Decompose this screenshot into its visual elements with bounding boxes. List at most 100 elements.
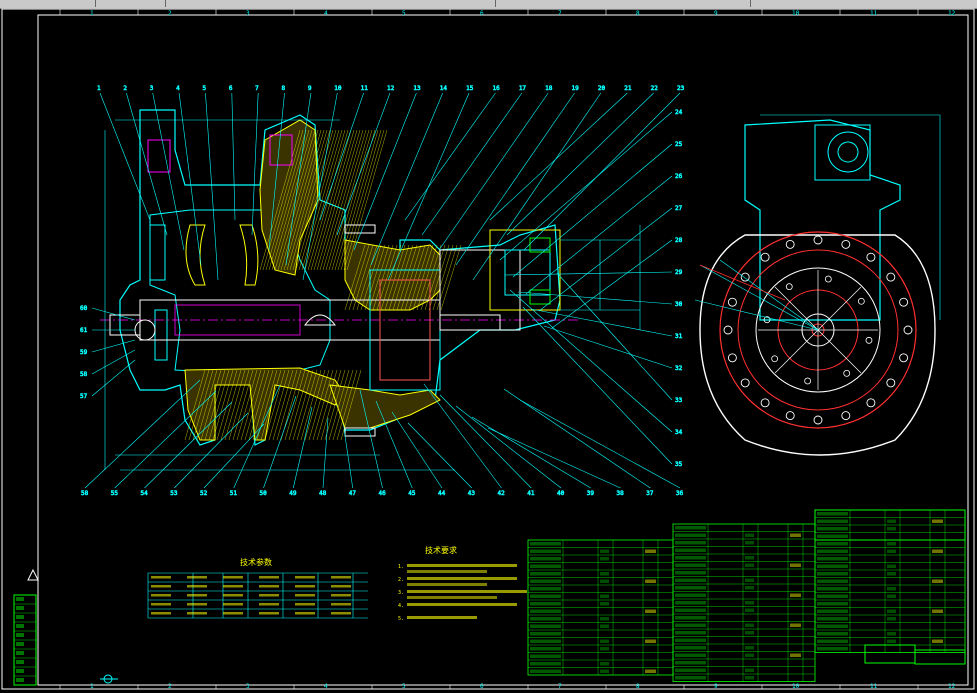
tech-requirement-item: 2. (398, 577, 404, 583)
inlet-circle (134, 319, 156, 341)
callout-number: 5 (202, 85, 206, 92)
left-revision-strip (13, 568, 39, 686)
callout-leaders-left: 60 61 59 58 57 (80, 305, 136, 400)
north-arrow-icon (27, 568, 39, 581)
end-view-red-leaders (699, 264, 786, 301)
callout-number: 38 (617, 490, 625, 497)
callout-number: 19 (572, 85, 580, 92)
bottom-marker-icon (100, 674, 118, 684)
grid-number-bottom: 11 (870, 683, 878, 690)
callout-number: 8 (282, 85, 286, 92)
end-view-leaders (694, 114, 941, 331)
end-view-top-circle-inner (837, 141, 859, 163)
callout-number: 14 (440, 85, 448, 92)
top-strip-cell (95, 0, 166, 7)
callout-number: 23 (677, 85, 685, 92)
callout-number: 34 (675, 429, 683, 436)
grid-number-bottom: 8 (636, 683, 640, 690)
grid-number-bottom: 5 (402, 683, 406, 690)
callout-number: 49 (289, 490, 297, 497)
callout-number: 21 (624, 85, 632, 92)
end-view-top-circle (827, 131, 869, 173)
motor-flange-inner (504, 249, 551, 296)
impeller-right-blade (239, 224, 259, 286)
top-strip-cell (495, 0, 751, 7)
parts-list-bom (527, 509, 966, 682)
grid-number-top: 5 (402, 10, 406, 17)
impeller-left-blade (185, 224, 206, 286)
callout-leaders-right: 24 25 26 27 28 29 30 31 32 33 34 35 (499, 109, 683, 468)
callout-number: 43 (468, 490, 476, 497)
grid-number-top: 9 (714, 10, 718, 17)
grid-number-top: 3 (246, 10, 250, 17)
tech-params-table (147, 572, 368, 619)
callout-number: 42 (498, 490, 506, 497)
callout-number: 33 (675, 397, 683, 404)
top-strip-cell (750, 0, 977, 7)
grid-number-bottom: 6 (480, 683, 484, 690)
callout-number: 24 (675, 109, 683, 116)
tech-requirement-item: 5. (398, 616, 404, 622)
callout-number: 20 (598, 85, 606, 92)
callout-number: 60 (80, 305, 88, 312)
callout-number: 10 (334, 85, 342, 92)
callout-number: 47 (349, 490, 357, 497)
callout-number: 26 (675, 173, 683, 180)
grid-number-top: 7 (558, 10, 562, 17)
tech-requirement-item: 3. (398, 590, 404, 596)
tech-requirement-item: 1. (398, 564, 404, 570)
callout-number: 13 (413, 85, 421, 92)
grid-number-bottom: 3 (246, 683, 250, 690)
callout-number: 2 (123, 85, 127, 92)
grid-number-top: 10 (792, 10, 800, 17)
callout-number: 58 (81, 490, 89, 497)
impeller-blade-block-1 (149, 224, 166, 281)
callout-number: 29 (675, 269, 683, 276)
cad-drawing-canvas[interactable]: 1 2 3 4 5 6 7 8 9 10 11 12 1 2 3 4 5 6 7 8 9 10 11 12 (0, 8, 977, 693)
callout-number: 1 (97, 85, 101, 92)
grid-number-bottom: 7 (558, 683, 562, 690)
callout-number: 9 (308, 85, 312, 92)
grid-number-top: 8 (636, 10, 640, 17)
grid-number-top: 2 (168, 10, 172, 17)
callout-number: 46 (379, 490, 387, 497)
grid-number-bottom: 2 (168, 683, 172, 690)
callout-number: 59 (80, 349, 88, 356)
grid-number-top: 1 (90, 10, 94, 17)
output-shaft (439, 314, 501, 331)
callout-number: 28 (675, 237, 683, 244)
section-view-pump: 1 2 3 4 5 6 7 8 9 10 11 12 13 14 15 16 17 18 19 20 21 22 23 24… (80, 85, 685, 498)
callout-number: 40 (557, 490, 565, 497)
callout-number: 3 (150, 85, 154, 92)
grid-number-bottom: 10 (792, 683, 800, 690)
callout-number: 30 (675, 301, 683, 308)
callout-number: 48 (319, 490, 327, 497)
grid-number-bottom: 4 (324, 683, 328, 690)
grid-number-bottom: 1 (90, 683, 94, 690)
callout-number: 6 (229, 85, 233, 92)
callout-number: 27 (675, 205, 683, 212)
tech-params-block: 技术参数 (147, 557, 368, 619)
flange-top-left (147, 139, 171, 173)
hatch-region-lower (184, 367, 346, 441)
tech-requirement-item: 4. (398, 603, 404, 609)
callout-number: 45 (408, 490, 416, 497)
callout-number: 55 (111, 490, 119, 497)
grid-number-top: 11 (870, 10, 878, 17)
callout-number: 53 (170, 490, 178, 497)
callout-number: 51 (230, 490, 238, 497)
top-strip-cell (165, 0, 496, 7)
grid-number-top: 4 (324, 10, 328, 17)
callout-number: 12 (387, 85, 395, 92)
impeller-blade-block-2 (154, 309, 168, 361)
callout-number: 22 (651, 85, 659, 92)
grid-number-top: 6 (480, 10, 484, 17)
callout-number: 44 (438, 490, 446, 497)
callout-number: 4 (176, 85, 180, 92)
callout-number: 61 (80, 327, 88, 334)
callout-number: 25 (675, 141, 683, 148)
callout-number: 7 (255, 85, 259, 92)
callout-number: 37 (646, 490, 654, 497)
grid-number-top: 12 (948, 10, 956, 17)
callout-number: 58 (80, 371, 88, 378)
